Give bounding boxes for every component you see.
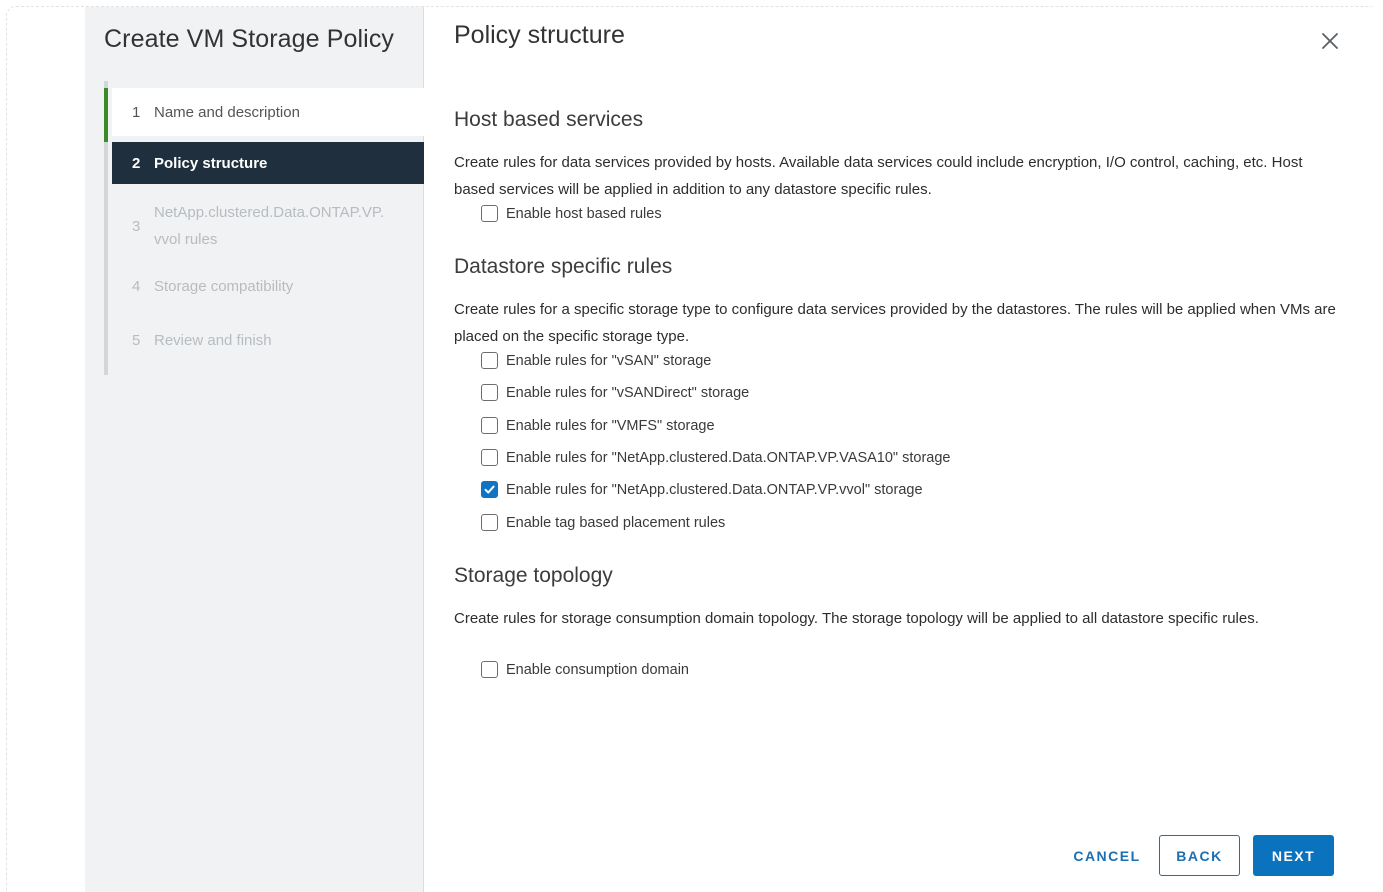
enable-vasa10-rules-checkbox[interactable]: Enable rules for "NetApp.clustered.Data.…: [481, 449, 950, 466]
checkbox-label: Enable rules for "VMFS" storage: [506, 417, 715, 434]
wizard-nav: Create VM Storage Policy 1 Name and desc…: [85, 7, 424, 892]
datastore-rules-description: Create rules for a specific storage type…: [454, 301, 1336, 345]
step-label: Name and description: [154, 103, 300, 121]
checkbox-box[interactable]: [481, 205, 498, 222]
checkbox-box[interactable]: [481, 661, 498, 678]
checkbox-box[interactable]: [481, 384, 498, 401]
step-number: 1: [132, 103, 141, 121]
cancel-button[interactable]: CANCEL: [1062, 835, 1152, 876]
step-label: Review and finish: [154, 331, 272, 349]
checkbox-box[interactable]: [481, 449, 498, 466]
enable-vmfs-rules-checkbox[interactable]: Enable rules for "VMFS" storage: [481, 417, 715, 434]
step-number: 4: [132, 277, 141, 295]
next-button[interactable]: NEXT: [1253, 835, 1334, 876]
create-vm-storage-policy-dialog: Create VM Storage Policy 1 Name and desc…: [85, 7, 1379, 892]
host-services-title: Host based services: [454, 108, 644, 131]
checkbox-box[interactable]: [481, 352, 498, 369]
enable-vsandirect-rules-checkbox[interactable]: Enable rules for "vSANDirect" storage: [481, 384, 749, 401]
policy-structure-panel: Policy structure Host based services Cre…: [425, 7, 1379, 892]
enable-host-based-rules-checkbox[interactable]: Enable host based rules: [481, 205, 662, 222]
wizard-title: Create VM Storage Policy: [104, 25, 395, 53]
checkbox-box[interactable]: [481, 417, 498, 434]
wizard-step-review-and-finish: 5 Review and finish: [112, 325, 424, 355]
enable-vvol-rules-checkbox[interactable]: Enable rules for "NetApp.clustered.Data.…: [481, 481, 923, 498]
step-number: 2: [132, 154, 141, 172]
enable-vsan-rules-checkbox[interactable]: Enable rules for "vSAN" storage: [481, 352, 711, 369]
datastore-rules-title: Datastore specific rules: [454, 255, 673, 278]
checkbox-label: Enable host based rules: [506, 205, 662, 222]
step-label: Policy structure: [154, 154, 268, 172]
step-label: Storage compatibility: [154, 277, 294, 295]
step-number: 5: [132, 331, 141, 349]
storage-topology-description: Create rules for storage consumption dom…: [454, 610, 1259, 627]
checkbox-label: Enable rules for "NetApp.clustered.Data.…: [506, 481, 923, 498]
close-icon: [1322, 33, 1338, 49]
host-services-description: Create rules for data services provided …: [454, 154, 1303, 198]
step-label-line-2: vvol rules: [154, 231, 218, 248]
enable-tag-placement-rules-checkbox[interactable]: Enable tag based placement rules: [481, 514, 725, 531]
checkbox-label: Enable rules for "vSAN" storage: [506, 352, 712, 369]
back-button[interactable]: BACK: [1159, 835, 1240, 876]
wizard-step-vvol-rules: 3 NetApp.clustered.Data.ONTAP.VP. vvol r…: [112, 197, 424, 255]
storage-topology-title: Storage topology: [454, 564, 613, 587]
wizard-step-policy-structure[interactable]: 2 Policy structure: [112, 142, 424, 184]
wizard-step-name-and-description[interactable]: 1 Name and description: [112, 88, 424, 136]
wizard-step-storage-compatibility: 4 Storage compatibility: [112, 271, 424, 301]
checkbox-label: Enable consumption domain: [506, 661, 689, 678]
checkbox-box[interactable]: [481, 514, 498, 531]
enable-consumption-domain-checkbox[interactable]: Enable consumption domain: [481, 661, 689, 678]
step-number: 3: [132, 217, 141, 235]
checkbox-box[interactable]: [481, 481, 498, 498]
step-label: NetApp.clustered.Data.ONTAP.VP. vvol rul…: [154, 199, 384, 253]
step-label-line-1: NetApp.clustered.Data.ONTAP.VP.: [154, 204, 385, 221]
checkbox-label: Enable rules for "NetApp.clustered.Data.…: [506, 449, 951, 466]
checkmark-icon: [484, 485, 495, 494]
completed-step-indicator: [104, 88, 108, 142]
page-title: Policy structure: [454, 21, 625, 49]
checkbox-label: Enable tag based placement rules: [506, 514, 726, 531]
close-button[interactable]: [1318, 29, 1342, 53]
checkbox-label: Enable rules for "vSANDirect" storage: [506, 384, 750, 401]
